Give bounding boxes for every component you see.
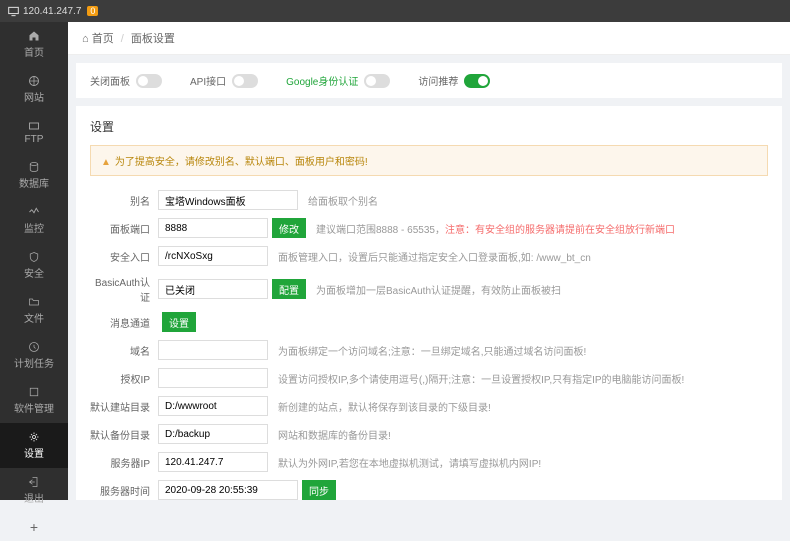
breadcrumb-current: 面板设置 <box>131 33 175 45</box>
label-msg: 消息通道 <box>90 315 150 330</box>
btn-time-sync[interactable]: 同步 <box>302 480 336 500</box>
sidebar-item-logout[interactable]: 退出 <box>0 468 68 513</box>
toggle-close-panel: 关闭面板 <box>90 73 162 88</box>
label-backupdir: 默认备份目录 <box>90 427 150 442</box>
panel-title: 设置 <box>90 118 768 135</box>
hint-port: 建议端口范围8888 - 65535，注意：有安全组的服务器请提前在安全组放行新… <box>316 221 675 236</box>
hint-authip: 设置访问授权IP,多个请使用逗号(,)隔开;注意：一旦设置授权IP,只有指定IP… <box>278 371 684 386</box>
sidebar-item-website[interactable]: 网站 <box>0 67 68 112</box>
input-sitedir[interactable] <box>158 396 268 416</box>
label-basicauth: BasicAuth认证 <box>90 274 150 304</box>
input-port[interactable] <box>158 218 268 238</box>
hint-serverip: 默认为外网IP,若您在本地虚拟机测试，请填写虚拟机内网IP! <box>278 455 541 470</box>
toggle-offline: 访问推荐 <box>418 73 490 88</box>
label-alias: 别名 <box>90 193 150 208</box>
btn-port-save[interactable]: 修改 <box>272 218 306 238</box>
label-entry: 安全入口 <box>90 249 150 264</box>
switch-close-panel[interactable] <box>136 74 162 88</box>
input-backupdir[interactable] <box>158 424 268 444</box>
hint-sitedir: 新创建的站点，默认将保存到该目录的下级目录! <box>278 399 491 414</box>
shield-icon <box>28 251 40 263</box>
label-serverip: 服务器IP <box>90 455 150 470</box>
server-ip: 120.41.247.7 <box>23 6 81 17</box>
gear-icon <box>28 431 40 443</box>
btn-basicauth-config[interactable]: 配置 <box>272 279 306 299</box>
settings-panel: 设置 ▲为了提高安全，请修改别名、默认端口、面板用户和密码! 别名 给面板取个别名… <box>76 106 782 500</box>
input-entry[interactable] <box>158 246 268 266</box>
warning-box: ▲为了提高安全，请修改别名、默认端口、面板用户和密码! <box>90 145 768 176</box>
sidebar-item-settings[interactable]: 设置 <box>0 423 68 468</box>
notification-badge[interactable]: 0 <box>87 6 98 16</box>
btn-msg-set[interactable]: 设置 <box>162 312 196 332</box>
globe-icon <box>28 75 40 87</box>
home-icon <box>28 30 40 42</box>
label-sitedir: 默认建站目录 <box>90 399 150 414</box>
toggle-bar: 关闭面板 API接口 Google身份认证 访问推荐 <box>76 63 782 98</box>
hint-entry: 面板管理入口，设置后只能通过指定安全入口登录面板,如: /www_bt_cn <box>278 249 591 264</box>
package-icon <box>28 386 40 398</box>
sidebar-item-security[interactable]: 安全 <box>0 243 68 288</box>
sidebar-item-cron[interactable]: 计划任务 <box>0 333 68 378</box>
folder-icon <box>28 296 40 308</box>
breadcrumb: ⌂ 首页 / 面板设置 <box>68 22 790 55</box>
main-content: ⌂ 首页 / 面板设置 关闭面板 API接口 Google身份认证 访问推荐 设… <box>68 22 790 500</box>
ftp-icon <box>28 120 40 132</box>
label-authip: 授权IP <box>90 371 150 386</box>
switch-google[interactable] <box>364 74 390 88</box>
input-authip[interactable] <box>158 368 268 388</box>
input-servertime[interactable] <box>158 480 298 500</box>
monitor-icon <box>8 6 19 17</box>
label-servertime: 服务器时间 <box>90 483 150 498</box>
database-icon <box>28 161 40 173</box>
clock-icon <box>28 341 40 353</box>
sidebar-item-files[interactable]: 文件 <box>0 288 68 333</box>
hint-basicauth: 为面板增加一层BasicAuth认证提醒，有效防止面板被扫 <box>316 282 561 297</box>
input-serverip[interactable] <box>158 452 268 472</box>
warning-icon: ▲ <box>101 157 111 168</box>
monitor-icon <box>28 206 40 218</box>
breadcrumb-home-icon: ⌂ <box>82 33 89 45</box>
sidebar-item-software[interactable]: 软件管理 <box>0 378 68 423</box>
toggle-api: API接口 <box>190 73 258 88</box>
topbar: 120.41.247.7 0 <box>0 0 790 22</box>
input-domain[interactable] <box>158 340 268 360</box>
switch-offline[interactable] <box>464 74 490 88</box>
hint-backupdir: 网站和数据库的备份目录! <box>278 427 391 442</box>
hint-alias: 给面板取个别名 <box>308 193 378 208</box>
input-basicauth[interactable] <box>158 279 268 299</box>
hint-domain: 为面板绑定一个访问域名;注意：一旦绑定域名,只能通过域名访问面板! <box>278 343 586 358</box>
label-domain: 域名 <box>90 343 150 358</box>
sidebar-add[interactable]: + <box>0 513 68 541</box>
toggle-google: Google身份认证 <box>286 73 390 88</box>
label-port: 面板端口 <box>90 221 150 236</box>
sidebar-item-ftp[interactable]: FTP <box>0 112 68 153</box>
sidebar-item-monitor[interactable]: 监控 <box>0 198 68 243</box>
exit-icon <box>28 476 40 488</box>
switch-api[interactable] <box>232 74 258 88</box>
sidebar: 首页 网站 FTP 数据库 监控 安全 文件 计划任务 软件管理 设置 退出 + <box>0 22 68 500</box>
breadcrumb-sep: / <box>121 33 124 45</box>
sidebar-item-home[interactable]: 首页 <box>0 22 68 67</box>
input-alias[interactable] <box>158 190 298 210</box>
breadcrumb-home[interactable]: 首页 <box>92 33 114 45</box>
sidebar-item-database[interactable]: 数据库 <box>0 153 68 198</box>
